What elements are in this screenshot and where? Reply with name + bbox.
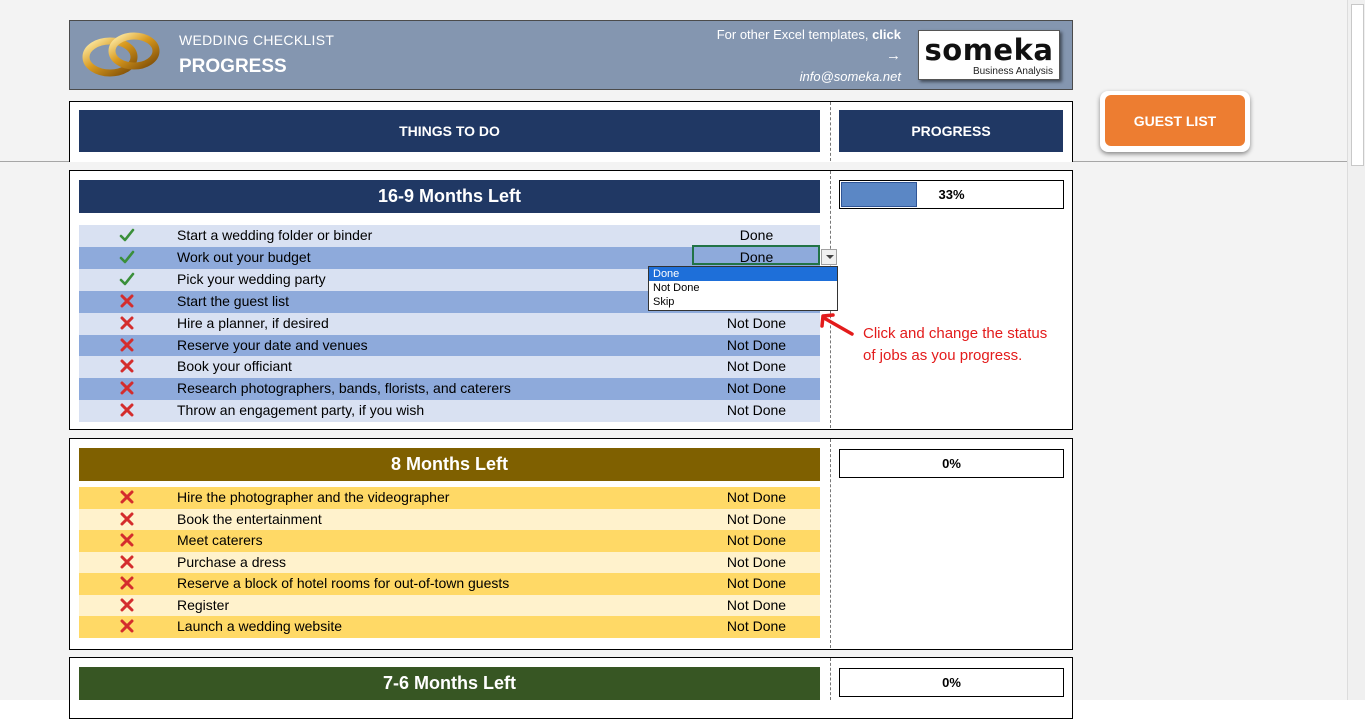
templates-link-click[interactable]: click [872, 27, 901, 42]
cross-icon [119, 489, 135, 505]
scrollbar-thumb[interactable] [1351, 4, 1364, 166]
cross-icon [119, 554, 135, 570]
section-title: 8 Months Left [79, 448, 820, 481]
task-label: Pick your wedding party [177, 271, 326, 287]
task-label: Register [177, 597, 230, 613]
task-label: Throw an engagement party, if you wish [177, 402, 425, 418]
column-divider [830, 102, 831, 161]
task-label: Work out your budget [177, 249, 311, 265]
task-row: Purchase a dress Not Done [79, 552, 820, 574]
task-status-cell[interactable]: Not Done [689, 618, 824, 634]
progress-bar: 0% [839, 449, 1064, 478]
red-arrow-icon [820, 313, 854, 336]
guest-list-button[interactable]: GUEST LIST [1100, 91, 1250, 152]
progress-bar: 0% [839, 668, 1064, 697]
dropdown-option-not-done[interactable]: Not Done [649, 281, 837, 295]
banner: WEDDING CHECKLIST PROGRESS For other Exc… [69, 20, 1073, 90]
task-row: Hire the photographer and the videograph… [79, 487, 820, 509]
cross-icon [119, 618, 135, 634]
task-row: Meet caterers Not Done [79, 530, 820, 552]
arrow-right-icon[interactable]: → [886, 47, 901, 64]
instruction-note: Click and change the status of jobs as y… [863, 325, 1048, 364]
task-label: Hire the photographer and the videograph… [177, 489, 450, 505]
task-row: Register Not Done [79, 595, 820, 617]
dropdown-option-done[interactable]: Done [649, 267, 837, 281]
cross-icon [119, 532, 135, 548]
cross-icon [119, 597, 135, 613]
task-row: Research photographers, bands, florists,… [79, 378, 820, 400]
guest-list-button-label: GUEST LIST [1105, 95, 1245, 146]
task-status-cell[interactable]: Not Done [689, 511, 824, 527]
selected-status-cell[interactable] [692, 245, 820, 265]
cross-icon [119, 380, 135, 396]
section-divider-3 [830, 658, 831, 700]
dropdown-option-skip[interactable]: Skip [649, 295, 837, 309]
task-status-cell[interactable]: Not Done [689, 489, 824, 505]
section-divider-2 [830, 439, 831, 648]
check-icon [119, 271, 135, 287]
progress-bar: 33% [839, 180, 1064, 209]
cross-icon [119, 575, 135, 591]
task-row: Reserve a block of hotel rooms for out-o… [79, 573, 820, 595]
task-label: Start the guest list [177, 293, 290, 309]
progress-percent: 33% [938, 187, 965, 202]
task-label: Purchase a dress [177, 554, 286, 570]
logo-tagline: Business Analysis [972, 66, 1053, 77]
task-status-cell[interactable]: Not Done [689, 315, 824, 331]
task-status-cell[interactable]: Done [689, 227, 824, 243]
task-status-cell[interactable]: Not Done [689, 554, 824, 570]
task-label: Reserve a block of hotel rooms for out-o… [177, 575, 510, 591]
task-status-cell[interactable]: Not Done [689, 380, 824, 396]
wedding-rings-icon [82, 32, 160, 77]
section-title: 16-9 Months Left [79, 180, 820, 213]
task-row: Book the entertainment Not Done [79, 509, 820, 531]
vertical-scrollbar[interactable] [1347, 0, 1365, 700]
task-status-cell[interactable]: Not Done [689, 402, 824, 418]
task-label: Meet caterers [177, 532, 263, 548]
task-row: Hire a planner, if desired Not Done [79, 313, 820, 335]
task-status-cell[interactable]: Not Done [689, 532, 824, 548]
templates-link[interactable]: For other Excel templates, click [717, 27, 901, 42]
cross-icon [119, 293, 135, 309]
task-label: Hire a planner, if desired [177, 315, 329, 331]
task-label: Book your officiant [177, 358, 292, 374]
cross-icon [119, 315, 135, 331]
email-link[interactable]: info@someka.net [800, 69, 901, 84]
things-to-do-header: THINGS TO DO [79, 110, 820, 152]
task-row: Start a wedding folder or binder Done [79, 225, 820, 247]
task-status-cell[interactable]: Not Done [689, 597, 824, 613]
task-label: Start a wedding folder or binder [177, 227, 373, 243]
progress-percent: 0% [942, 675, 961, 690]
check-icon [119, 227, 135, 243]
cross-icon [119, 402, 135, 418]
cross-icon [119, 358, 135, 374]
progress-percent: 0% [942, 456, 961, 471]
section-title: 7-6 Months Left [79, 667, 820, 700]
task-label: Reserve your date and venues [177, 337, 368, 353]
cross-icon [119, 337, 135, 353]
frozen-header: WEDDING CHECKLIST PROGRESS For other Exc… [0, 0, 1347, 162]
check-icon [119, 249, 135, 265]
banner-title: PROGRESS [179, 56, 287, 77]
task-label: Book the entertainment [177, 511, 322, 527]
task-label: Launch a wedding website [177, 618, 343, 634]
templates-link-text: For other Excel templates, [716, 27, 869, 42]
task-row: Reserve your date and venues Not Done [79, 335, 820, 357]
task-row: Launch a wedding website Not Done [79, 616, 820, 638]
task-status-cell[interactable]: Not Done [689, 358, 824, 374]
task-row: Book your officiant Not Done [79, 356, 820, 378]
task-status-cell[interactable]: Not Done [689, 337, 824, 353]
task-status-cell[interactable]: Not Done [689, 575, 824, 591]
chevron-down-icon[interactable] [821, 249, 837, 265]
progress-header: PROGRESS [839, 110, 1063, 152]
status-dropdown[interactable]: Done Not Done Skip [648, 266, 838, 311]
banner-subtitle: WEDDING CHECKLIST [179, 32, 335, 48]
task-row: Throw an engagement party, if you wish No… [79, 400, 820, 422]
task-label: Research photographers, bands, florists,… [177, 380, 511, 396]
cross-icon [119, 511, 135, 527]
logo-wordmark: someka [924, 33, 1054, 67]
someka-logo[interactable]: someka Business Analysis [918, 30, 1060, 80]
